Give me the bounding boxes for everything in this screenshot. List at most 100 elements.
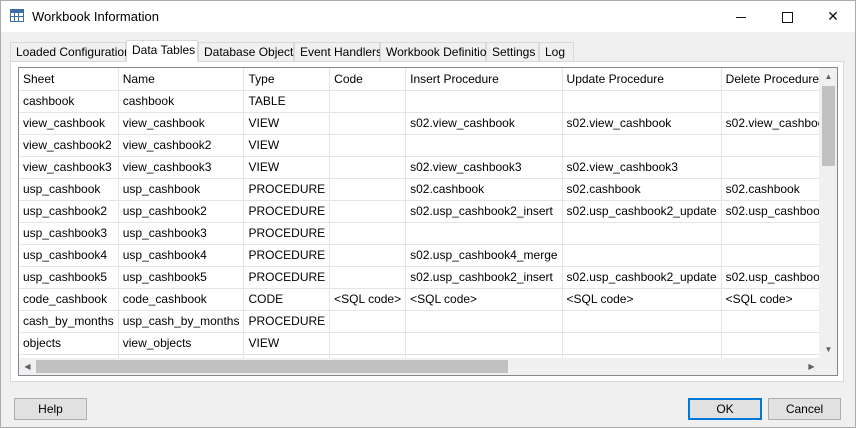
- table-cell[interactable]: objects: [19, 332, 119, 355]
- scroll-right-icon[interactable]: ▶: [803, 358, 820, 375]
- table-cell[interactable]: [562, 222, 722, 245]
- table-row[interactable]: usp_cashbook2 usp_cashbook2 PROCEDURE s02.u…: [19, 200, 837, 223]
- table-cell[interactable]: PROCEDURE: [243, 200, 331, 223]
- table-cell[interactable]: [329, 178, 407, 201]
- table-cell[interactable]: <SQL code>: [405, 288, 563, 311]
- table-row[interactable]: cashbookcashbookTABLETableYes: [19, 90, 837, 113]
- cancel-button[interactable]: Cancel: [768, 398, 841, 420]
- table-row[interactable]: usp_cashbook usp_cashbook PROCEDURE s02.cas…: [19, 178, 837, 201]
- table-cell[interactable]: [329, 156, 407, 179]
- table-cell[interactable]: view_cashbook3: [118, 156, 245, 179]
- table-cell[interactable]: s02.usp_cashbook2_insert: [405, 200, 563, 223]
- table-cell[interactable]: [329, 112, 407, 135]
- table-cell[interactable]: [405, 134, 563, 157]
- table-cell[interactable]: usp_cashbook5: [19, 266, 119, 289]
- table-cell[interactable]: PROCEDURE: [243, 310, 331, 333]
- table-cell[interactable]: s02.view_cashbook: [562, 112, 722, 135]
- table-cell[interactable]: view_cashbook: [118, 112, 245, 135]
- horizontal-scroll-thumb[interactable]: [36, 360, 508, 373]
- table-cell[interactable]: usp_cashbook: [19, 178, 119, 201]
- table-cell[interactable]: usp_cashbook4: [118, 244, 245, 267]
- ok-button[interactable]: OK: [688, 398, 762, 420]
- table-cell[interactable]: view_objects: [118, 332, 245, 355]
- table-row[interactable]: view_cashbook2 view_cashbook2 VIEW: [19, 134, 837, 157]
- table-cell[interactable]: [329, 310, 407, 333]
- table-cell[interactable]: view_cashbook2: [19, 134, 119, 157]
- table-cell[interactable]: <SQL code>: [329, 288, 407, 311]
- table-cell[interactable]: VIEW: [243, 134, 331, 157]
- table-cell[interactable]: cashbook: [118, 90, 245, 113]
- data-tables-grid[interactable]: Sheet Name Type Code Insert Procedure Update …: [18, 67, 838, 376]
- table-cell[interactable]: view_cashbook2: [118, 134, 245, 157]
- table-cell[interactable]: [329, 134, 407, 157]
- column-header[interactable]: Name: [118, 68, 245, 91]
- scroll-up-icon[interactable]: ▲: [820, 68, 837, 85]
- help-button[interactable]: Help: [14, 398, 87, 420]
- table-cell[interactable]: PROCEDURE: [243, 266, 331, 289]
- table-cell[interactable]: cash_by_months: [19, 310, 119, 333]
- tab-log[interactable]: Log: [539, 42, 574, 61]
- table-cell[interactable]: PROCEDURE: [243, 178, 331, 201]
- table-cell[interactable]: VIEW: [243, 156, 331, 179]
- table-cell[interactable]: usp_cashbook3: [118, 222, 245, 245]
- table-cell[interactable]: s02.view_cashbook: [405, 112, 563, 135]
- table-cell[interactable]: usp_cashbook2: [19, 200, 119, 223]
- table-cell[interactable]: [562, 310, 722, 333]
- table-cell[interactable]: PROCEDURE: [243, 244, 331, 267]
- tab-loaded-configurations[interactable]: Loaded Configurations: [10, 42, 137, 61]
- column-header[interactable]: Sheet: [19, 68, 119, 91]
- vertical-scroll-thumb[interactable]: [822, 86, 835, 166]
- table-row[interactable]: usp_cashbook3 usp_cashbook3 PROCEDURE: [19, 222, 837, 245]
- table-cell[interactable]: [329, 222, 407, 245]
- table-cell[interactable]: [329, 200, 407, 223]
- maximize-button[interactable]: [764, 1, 810, 32]
- tab-data-tables[interactable]: Data Tables: [126, 40, 198, 62]
- table-row[interactable]: usp_cashbook4 usp_cashbook4 PROCEDURE s02.u…: [19, 244, 837, 267]
- table-row[interactable]: usp_cashbook5 usp_cashbook5 PROCEDURE s02.u…: [19, 266, 837, 289]
- table-cell[interactable]: s02.view_cashbook3: [405, 156, 563, 179]
- table-cell[interactable]: [405, 90, 563, 113]
- table-cell[interactable]: [329, 90, 407, 113]
- table-cell[interactable]: [405, 332, 563, 355]
- column-header[interactable]: Insert Procedure: [405, 68, 563, 91]
- table-cell[interactable]: [562, 90, 722, 113]
- table-row[interactable]: view_cashbook view_cashbook VIEW s02.view_c…: [19, 112, 837, 135]
- table-cell[interactable]: usp_cashbook5: [118, 266, 245, 289]
- table-cell[interactable]: usp_cashbook: [118, 178, 245, 201]
- table-cell[interactable]: s02.usp_cashbook2_insert: [405, 266, 563, 289]
- column-header[interactable]: Update Procedure: [562, 68, 722, 91]
- tab-workbook-definition[interactable]: Workbook Definition: [380, 42, 493, 61]
- table-row[interactable]: objects view_objects VIEW: [19, 332, 837, 355]
- table-cell[interactable]: s02.cashbook: [562, 178, 722, 201]
- table-cell[interactable]: s02.usp_cashbook2_update: [562, 200, 722, 223]
- table-cell[interactable]: usp_cashbook4: [19, 244, 119, 267]
- tab-settings[interactable]: Settings: [486, 42, 539, 61]
- table-cell[interactable]: [329, 266, 407, 289]
- table-row[interactable]: view_cashbook3 view_cashbook3 VIEW s02.view…: [19, 156, 837, 179]
- table-cell[interactable]: s02.view_cashbook3: [562, 156, 722, 179]
- close-button[interactable]: ✕: [810, 1, 856, 32]
- table-cell[interactable]: [562, 332, 722, 355]
- table-cell[interactable]: cashbook: [19, 90, 119, 113]
- table-cell[interactable]: [405, 222, 563, 245]
- horizontal-scrollbar[interactable]: ◀ ▶: [19, 358, 820, 375]
- column-header[interactable]: Type: [243, 68, 331, 91]
- table-cell[interactable]: view_cashbook3: [19, 156, 119, 179]
- table-cell[interactable]: usp_cashbook2: [118, 200, 245, 223]
- table-cell[interactable]: VIEW: [243, 112, 331, 135]
- table-row[interactable]: code_cashbook code_cashbook CODE <SQL code>…: [19, 288, 837, 311]
- table-cell[interactable]: view_cashbook: [19, 112, 119, 135]
- table-cell[interactable]: usp_cashbook3: [19, 222, 119, 245]
- table-cell[interactable]: s02.usp_cashbook4_merge: [405, 244, 563, 267]
- table-row[interactable]: cash_by_months usp_cash_by_months PROCEDUR…: [19, 310, 837, 333]
- table-cell[interactable]: code_cashbook: [118, 288, 245, 311]
- table-cell[interactable]: PROCEDURE: [243, 222, 331, 245]
- table-cell[interactable]: [562, 244, 722, 267]
- scroll-left-icon[interactable]: ◀: [19, 358, 36, 375]
- tab-database-objects[interactable]: Database Objects: [198, 42, 299, 61]
- table-cell[interactable]: CODE: [243, 288, 331, 311]
- table-cell[interactable]: code_cashbook: [19, 288, 119, 311]
- scroll-down-icon[interactable]: ▼: [820, 341, 837, 358]
- minimize-button[interactable]: [718, 1, 764, 32]
- column-header[interactable]: Code: [329, 68, 407, 91]
